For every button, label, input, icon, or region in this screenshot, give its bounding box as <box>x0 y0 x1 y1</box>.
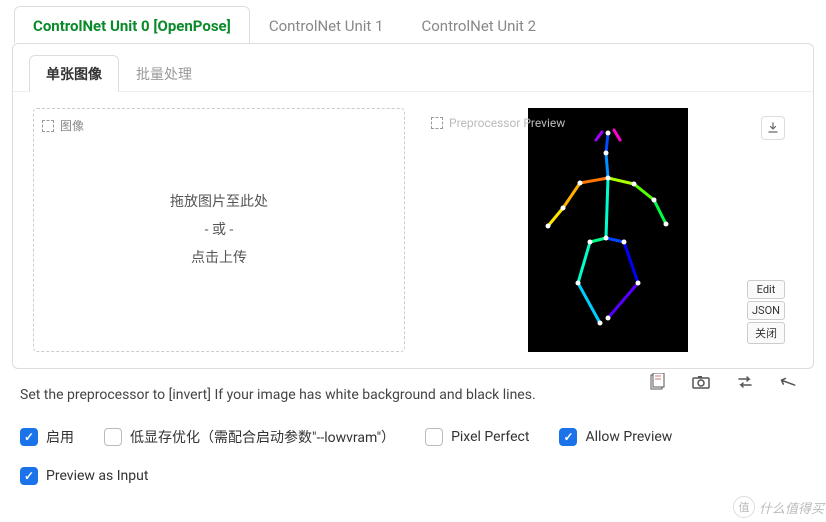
watermark-text: 什么值得买 <box>759 498 824 517</box>
options-row-1: 启用 低显存优化（需配合启动参数"--lowvram"） Pixel Perfe… <box>0 407 826 453</box>
dropzone-label: 图像 <box>60 117 84 134</box>
download-icon[interactable] <box>761 116 785 140</box>
image-dropzone[interactable]: 图像 拖放图片至此处 - 或 - 点击上传 <box>33 108 405 352</box>
close-button[interactable]: 关闭 <box>747 322 785 344</box>
checkbox-icon <box>425 428 443 446</box>
image-icon <box>431 117 443 129</box>
drop-line-2: - 或 - <box>170 216 268 244</box>
content-row: 图像 拖放图片至此处 - 或 - 点击上传 Preprocessor Previ… <box>13 92 813 368</box>
lowvram-checkbox[interactable]: 低显存优化（需配合启动参数"--lowvram"） <box>104 427 395 447</box>
allow-preview-checkbox[interactable]: Allow Preview <box>559 428 672 446</box>
camera-icon[interactable] <box>692 373 710 391</box>
drop-line-3: 点击上传 <box>170 244 268 272</box>
inner-tabs: 单张图像 批量处理 <box>13 44 813 92</box>
document-icon[interactable] <box>648 373 666 391</box>
download-svg <box>767 122 779 134</box>
pose-image[interactable] <box>528 108 688 352</box>
dropzone-hint: 拖放图片至此处 - 或 - 点击上传 <box>170 188 268 272</box>
tab-single-image[interactable]: 单张图像 <box>29 55 119 92</box>
tab-batch[interactable]: 批量处理 <box>119 55 209 92</box>
send-icon[interactable] <box>780 373 798 391</box>
pixel-label: Pixel Perfect <box>451 429 529 445</box>
preview-as-input-checkbox[interactable]: Preview as Input <box>20 467 806 485</box>
preview-header: Preprocessor Preview <box>431 116 565 130</box>
enable-label: 启用 <box>46 427 74 447</box>
checkbox-icon <box>20 467 38 485</box>
dropzone-header: 图像 <box>42 117 84 134</box>
lowvram-label: 低显存优化（需配合启动参数"--lowvram"） <box>130 427 395 447</box>
tab-unit-1[interactable]: ControlNet Unit 1 <box>250 6 403 43</box>
outer-tabs: ControlNet Unit 0 [OpenPose] ControlNet … <box>0 0 826 43</box>
controlnet-panel: 单张图像 批量处理 图像 拖放图片至此处 - 或 - 点击上传 Preproce… <box>12 43 814 369</box>
checkbox-icon <box>20 428 38 446</box>
preview-side-buttons: Edit JSON 关闭 <box>747 280 785 344</box>
pixel-perfect-checkbox[interactable]: Pixel Perfect <box>425 428 529 446</box>
pai-label: Preview as Input <box>46 468 148 484</box>
watermark: 值 什么值得买 <box>733 496 824 518</box>
checkbox-icon <box>559 428 577 446</box>
action-icons <box>648 373 798 391</box>
drop-line-1: 拖放图片至此处 <box>170 188 268 216</box>
preprocessor-preview: Preprocessor Preview <box>423 108 793 352</box>
enable-checkbox[interactable]: 启用 <box>20 427 74 447</box>
json-button[interactable]: JSON <box>747 301 785 320</box>
options-row-2: Preview as Input <box>0 453 826 499</box>
preview-label: Preprocessor Preview <box>449 116 565 130</box>
swap-icon[interactable] <box>736 373 754 391</box>
tab-unit-0[interactable]: ControlNet Unit 0 [OpenPose] <box>14 6 250 43</box>
image-icon <box>42 120 54 132</box>
allow-label: Allow Preview <box>585 429 672 445</box>
edit-button[interactable]: Edit <box>747 280 785 299</box>
checkbox-icon <box>104 428 122 446</box>
watermark-logo-icon: 值 <box>733 496 755 518</box>
tab-unit-2[interactable]: ControlNet Unit 2 <box>402 6 555 43</box>
